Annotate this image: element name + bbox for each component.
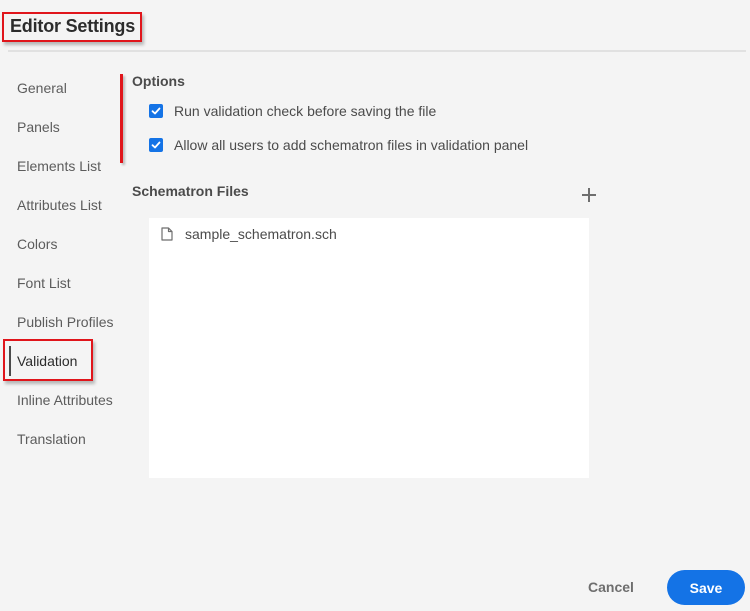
- selected-item-indicator: [9, 346, 11, 376]
- sidebar-item-validation[interactable]: Validation: [17, 353, 77, 369]
- page-title-frame: Editor Settings: [2, 12, 143, 42]
- sidebar-item-attributes-list[interactable]: Attributes List: [17, 197, 102, 213]
- allow-schematron-label: Allow all users to add schematron files …: [174, 137, 529, 153]
- file-item[interactable]: sample_schematron.sch: [161, 226, 337, 242]
- save-button[interactable]: Save: [667, 570, 745, 605]
- schematron-files-title: Schematron Files: [132, 183, 249, 199]
- sidebar-item-publish-profiles[interactable]: Publish Profiles: [17, 314, 114, 330]
- plus-icon: [582, 188, 596, 202]
- options-title: Options: [132, 73, 185, 89]
- option-allow-schematron: Allow all users to add schematron files …: [149, 137, 528, 153]
- run-validation-checkbox[interactable]: [149, 104, 163, 118]
- option-run-validation: Run validation check before saving the f…: [149, 103, 436, 119]
- allow-schematron-checkbox[interactable]: [149, 138, 163, 152]
- options-highlight-marker: [120, 74, 123, 163]
- cancel-button[interactable]: Cancel: [580, 574, 642, 600]
- sidebar-item-elements-list[interactable]: Elements List: [17, 158, 101, 174]
- sidebar-item-panels[interactable]: Panels: [17, 119, 60, 135]
- header-divider: [8, 50, 746, 52]
- sidebar-item-translation[interactable]: Translation: [17, 431, 86, 447]
- file-name: sample_schematron.sch: [185, 226, 337, 242]
- sidebar-item-inline-attributes[interactable]: Inline Attributes: [17, 392, 113, 408]
- schematron-files-list: sample_schematron.sch: [149, 218, 589, 478]
- checkmark-icon: [151, 107, 161, 115]
- sidebar-item-font-list[interactable]: Font List: [17, 275, 71, 291]
- file-icon: [161, 227, 173, 241]
- page-title: Editor Settings: [10, 16, 136, 36]
- add-schematron-button[interactable]: [580, 186, 598, 204]
- run-validation-label: Run validation check before saving the f…: [174, 103, 437, 119]
- sidebar-item-colors[interactable]: Colors: [17, 236, 57, 252]
- sidebar-item-general[interactable]: General: [17, 80, 67, 96]
- checkmark-icon: [151, 141, 161, 149]
